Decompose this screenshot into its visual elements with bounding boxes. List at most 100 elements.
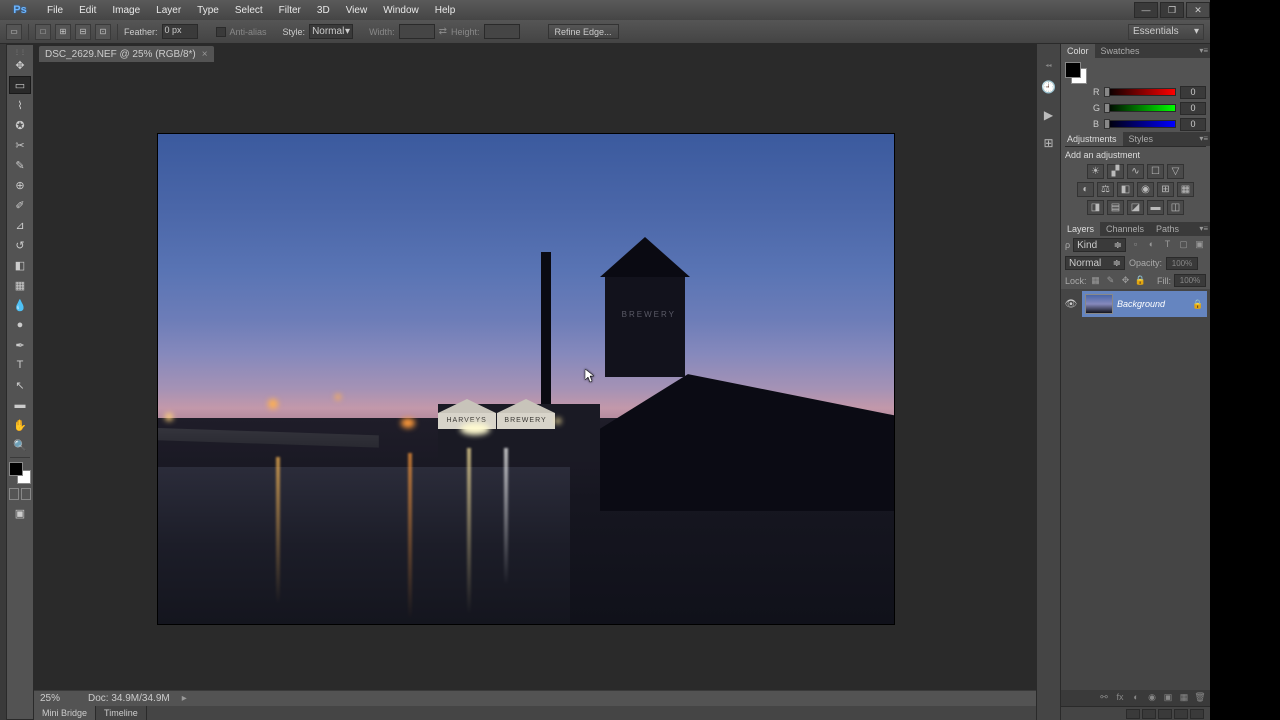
exposure-icon[interactable]: ☐ (1147, 164, 1164, 179)
r-value[interactable]: 0 (1180, 86, 1206, 99)
layer-mask-icon[interactable]: ◐ (1130, 692, 1142, 704)
selectivecolor-icon[interactable]: ◫ (1167, 200, 1184, 215)
screen-mode-button[interactable]: ▣ (9, 505, 31, 521)
maximize-button[interactable]: ❐ (1160, 2, 1184, 18)
layer-lock-icon[interactable]: 🔒 (1192, 299, 1204, 310)
filter-type-icon[interactable]: T (1161, 239, 1174, 252)
menu-3d[interactable]: 3D (310, 3, 337, 18)
footer-icon[interactable] (1158, 709, 1172, 719)
move-tool[interactable]: ✥ (9, 56, 31, 74)
layer-item-background[interactable]: Background 🔒 (1082, 291, 1207, 317)
menu-view[interactable]: View (339, 3, 375, 18)
new-fill-icon[interactable]: ◉ (1146, 692, 1158, 704)
posterize-icon[interactable]: ▤ (1107, 200, 1124, 215)
styles-tab[interactable]: Styles (1123, 132, 1160, 146)
hue-icon[interactable]: ◐ (1077, 182, 1094, 197)
crop-tool[interactable]: ✂ (9, 136, 31, 154)
delete-layer-icon[interactable]: 🗑 (1194, 692, 1206, 704)
menu-window[interactable]: Window (376, 3, 426, 18)
colorbalance-icon[interactable]: ⚖ (1097, 182, 1114, 197)
zoom-tool[interactable]: 🔍 (9, 436, 31, 454)
blend-mode-select[interactable]: Normal≑ (1065, 256, 1125, 270)
timeline-tab[interactable]: Timeline (96, 706, 147, 720)
shape-tool[interactable]: ▬ (9, 396, 31, 414)
selection-intersect[interactable]: ⊡ (95, 24, 111, 40)
quick-mask-toggle[interactable] (9, 488, 31, 502)
color-tab[interactable]: Color (1061, 44, 1095, 58)
filter-adjust-icon[interactable]: ◐ (1145, 239, 1158, 252)
actions-panel-icon[interactable]: ▶ (1040, 106, 1058, 124)
g-slider[interactable] (1105, 104, 1176, 112)
panel-menu-icon[interactable]: ▾≡ (1199, 224, 1208, 233)
path-select-tool[interactable]: ↖ (9, 376, 31, 394)
eraser-tool[interactable]: ◧ (9, 256, 31, 274)
vibrance-icon[interactable]: ▽ (1167, 164, 1184, 179)
menu-type[interactable]: Type (190, 3, 226, 18)
menu-select[interactable]: Select (228, 3, 270, 18)
gradientmap-icon[interactable]: ▬ (1147, 200, 1164, 215)
levels-icon[interactable]: ▞ (1107, 164, 1124, 179)
adjustments-tab[interactable]: Adjustments (1061, 132, 1123, 146)
hand-tool[interactable]: ✋ (9, 416, 31, 434)
footer-icon[interactable] (1126, 709, 1140, 719)
fill-value[interactable]: 100% (1174, 274, 1206, 287)
type-tool[interactable]: T (9, 356, 31, 374)
layer-fx-icon[interactable]: fx (1114, 692, 1126, 704)
lock-all-icon[interactable]: 🔒 (1135, 275, 1147, 287)
layer-visibility-icon[interactable]: 👁 (1064, 299, 1078, 310)
gradient-tool[interactable]: ▦ (9, 276, 31, 294)
b-value[interactable]: 0 (1180, 118, 1206, 131)
footer-icon[interactable] (1174, 709, 1188, 719)
paths-tab[interactable]: Paths (1150, 222, 1185, 236)
close-button[interactable]: ✕ (1186, 2, 1210, 18)
invert-icon[interactable]: ◨ (1087, 200, 1104, 215)
zoom-level[interactable]: 25% (40, 693, 76, 704)
opacity-value[interactable]: 100% (1166, 257, 1198, 270)
properties-panel-icon[interactable]: ⊞ (1040, 134, 1058, 152)
panel-menu-icon[interactable]: ▾≡ (1199, 46, 1208, 55)
mini-bridge-tab[interactable]: Mini Bridge (34, 706, 96, 720)
refine-edge-button[interactable]: Refine Edge... (548, 24, 619, 39)
healing-brush-tool[interactable]: ⊕ (9, 176, 31, 194)
dodge-tool[interactable]: ● (9, 316, 31, 334)
doc-size-info[interactable]: Doc: 34.9M/34.9M (88, 693, 170, 704)
lasso-tool[interactable]: ⌇ (9, 96, 31, 114)
dock-grip[interactable]: ◂◂ (1040, 62, 1058, 68)
color-picker-swatch[interactable] (1065, 62, 1087, 84)
clone-stamp-tool[interactable]: ⊿ (9, 216, 31, 234)
g-value[interactable]: 0 (1180, 102, 1206, 115)
new-group-icon[interactable]: ▣ (1162, 692, 1174, 704)
layers-tab[interactable]: Layers (1061, 222, 1100, 236)
blur-tool[interactable]: 💧 (9, 296, 31, 314)
menu-layer[interactable]: Layer (149, 3, 188, 18)
channels-tab[interactable]: Channels (1100, 222, 1150, 236)
swatches-tab[interactable]: Swatches (1095, 44, 1146, 58)
quick-select-tool[interactable]: ✪ (9, 116, 31, 134)
eyedropper-tool[interactable]: ✎ (9, 156, 31, 174)
layer-name[interactable]: Background (1117, 299, 1188, 309)
brightness-icon[interactable]: ☀ (1087, 164, 1104, 179)
workspace-switcher[interactable]: Essentials▾ (1128, 24, 1204, 40)
filter-pixel-icon[interactable]: ▫ (1129, 239, 1142, 252)
close-tab-icon[interactable]: × (202, 49, 208, 60)
tool-preset-picker[interactable]: ▭ (6, 24, 22, 40)
marquee-tool[interactable]: ▭ (9, 76, 31, 94)
panel-menu-icon[interactable]: ▾≡ (1199, 134, 1208, 143)
lock-pixels-icon[interactable]: ✎ (1105, 275, 1117, 287)
footer-icon[interactable] (1142, 709, 1156, 719)
foreground-background-colors[interactable] (9, 462, 31, 484)
bw-icon[interactable]: ◧ (1117, 182, 1134, 197)
style-select[interactable]: Normal▾ (309, 24, 353, 39)
lock-transparent-icon[interactable]: ▦ (1090, 275, 1102, 287)
curves-icon[interactable]: ∿ (1127, 164, 1144, 179)
menu-help[interactable]: Help (428, 3, 463, 18)
threshold-icon[interactable]: ◪ (1127, 200, 1144, 215)
filter-shape-icon[interactable]: ▢ (1177, 239, 1190, 252)
menu-image[interactable]: Image (105, 3, 147, 18)
new-layer-icon[interactable]: ▦ (1178, 692, 1190, 704)
pen-tool[interactable]: ✒ (9, 336, 31, 354)
status-menu-arrow[interactable]: ▸ (182, 693, 187, 704)
filter-smart-icon[interactable]: ▣ (1193, 239, 1206, 252)
selection-subtract[interactable]: ⊟ (75, 24, 91, 40)
minimize-button[interactable]: — (1134, 2, 1158, 18)
